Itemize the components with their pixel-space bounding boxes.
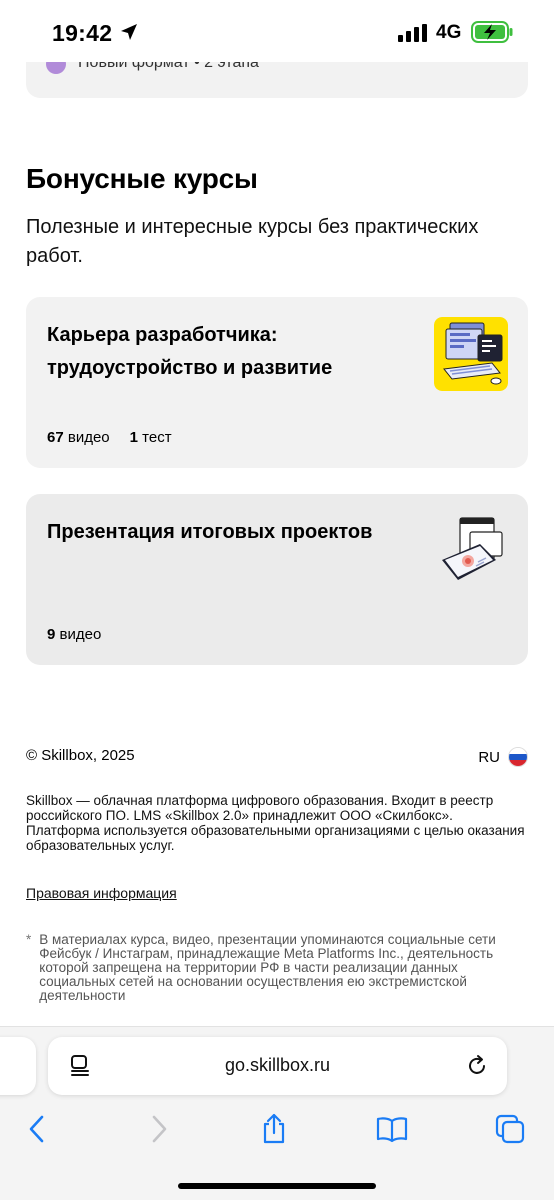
course-title: Карьера разработчика: трудоустройство и … (47, 324, 333, 379)
battery-charging-icon (471, 21, 513, 43)
address-bar[interactable]: go.skillbox.ru (48, 1037, 507, 1095)
bonus-section-description: Полезные и интересные курсы без практиче… (26, 216, 479, 267)
course-illustration-phone (442, 517, 503, 580)
language-label: RU (478, 748, 500, 766)
disclaimer-text: В материалах курса, видео, презентации у… (39, 932, 496, 1003)
network-type: 4G (436, 22, 462, 43)
reload-icon[interactable] (465, 1054, 489, 1078)
tabs-overview-icon[interactable] (494, 1113, 526, 1145)
cellular-signal-icon (398, 24, 427, 42)
course-card-career[interactable]: Карьера разработчика: трудоустройство и … (26, 297, 528, 468)
share-icon[interactable] (258, 1113, 290, 1145)
legal-info-link[interactable]: Правовая информация (26, 885, 177, 901)
status-time: 19:42 (52, 20, 113, 46)
course-title: Презентация итоговых проектов (47, 521, 373, 543)
videos-stat: 9 видео (47, 626, 101, 643)
back-chevron-icon[interactable] (22, 1113, 54, 1145)
course-card-presentation[interactable]: Презентация итоговых проектов 9 видео (26, 494, 528, 665)
status-bar: 19:42 4G (0, 0, 554, 62)
tests-count: 1 (129, 429, 138, 446)
language-switcher[interactable]: RU (478, 747, 528, 767)
course-stats: 9 видео (47, 626, 101, 643)
tests-label: тест (142, 429, 172, 446)
copyright-text: © Skillbox, 2025 (26, 747, 135, 764)
videos-count: 9 (47, 626, 56, 643)
videos-count: 67 (47, 429, 64, 446)
browser-toolbar (0, 1113, 554, 1147)
home-indicator (178, 1183, 376, 1189)
bookmarks-book-icon[interactable] (376, 1113, 408, 1145)
social-media-disclaimer: * В материалах курса, видео, презентации… (26, 933, 526, 1003)
videos-label: видео (67, 429, 110, 446)
forward-chevron-icon[interactable] (142, 1113, 174, 1145)
footnote-marker: * (26, 932, 32, 947)
videos-stat: 67 видео (47, 429, 110, 446)
bonus-section-title: Бонусные курсы (26, 163, 258, 194)
course-illustration-computer (434, 317, 508, 391)
location-arrow-icon (121, 24, 137, 40)
url-text: go.skillbox.ru (224, 1055, 331, 1075)
videos-label: видео (59, 626, 102, 643)
browser-bottom-bar: go.skillbox.ru (0, 1026, 554, 1200)
russia-flag-icon (508, 747, 528, 767)
tests-stat: 1 тест (130, 429, 172, 446)
platform-description: Skillbox — облачная платформа цифрового … (26, 793, 525, 853)
course-stats: 67 видео 1 тест (47, 429, 172, 446)
previous-tab-preview[interactable] (0, 1037, 36, 1095)
